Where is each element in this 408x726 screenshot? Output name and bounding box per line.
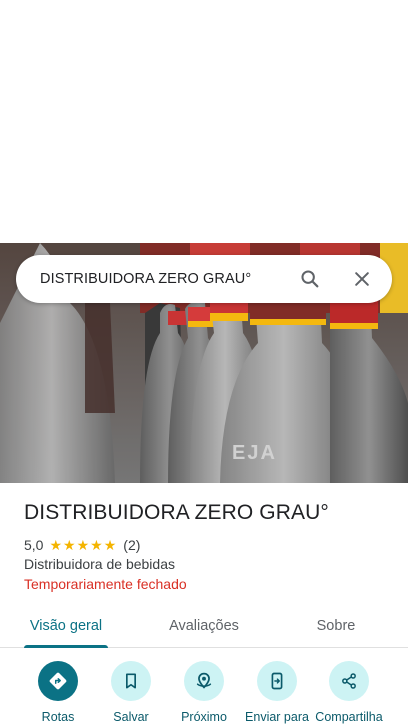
star-icon: ★ (63, 537, 76, 553)
send-to-phone-label: Enviar para (245, 710, 309, 724)
tab-reviews[interactable]: Avaliações (154, 604, 254, 648)
tab-overview[interactable]: Visão geral (24, 604, 108, 648)
send-to-phone-icon (271, 672, 283, 690)
star-icon: ★ (103, 537, 117, 553)
place-title: DISTRIBUIDORA ZERO GRAU° (24, 501, 329, 524)
star-icon: ★ (76, 537, 90, 553)
send-to-phone-circle (257, 661, 297, 701)
close-icon (355, 272, 369, 286)
nearby-icon (196, 672, 212, 689)
share-label: Compartilha (315, 710, 383, 724)
star-rating: ★ ★ ★ ★ ★ (49, 538, 117, 552)
map-area[interactable] (0, 0, 408, 243)
search-bar[interactable]: DISTRIBUIDORA ZERO GRAU° (16, 255, 392, 303)
directions-label: Rotas (41, 710, 75, 724)
action-bar: Rotas Salvar Próximo Enviar para Compart… (0, 648, 408, 726)
tab-about[interactable]: Sobre (300, 604, 372, 648)
nearby-label: Próximo (181, 710, 227, 724)
search-button[interactable] (290, 259, 330, 299)
status-label: Temporariamente fechado (24, 576, 187, 592)
directions-circle (38, 661, 78, 701)
save-circle (111, 661, 151, 701)
directions-icon (49, 672, 67, 690)
place-category: Distribuidora de bebidas (24, 556, 175, 572)
share-icon (342, 673, 356, 689)
rating-row[interactable]: 5,0 ★ ★ ★ ★ ★ (2) (24, 536, 140, 554)
star-icon: ★ (49, 537, 63, 553)
tab-bar: Visão geral Avaliações Sobre (0, 604, 408, 648)
nearby-button[interactable]: Próximo (164, 661, 244, 724)
nearby-circle (184, 661, 224, 701)
share-circle (329, 661, 369, 701)
star-icon: ★ (90, 537, 103, 553)
bookmark-icon (126, 673, 136, 689)
share-button[interactable]: Compartilha (309, 661, 389, 724)
close-button[interactable] (342, 259, 382, 299)
save-label: Salvar (113, 710, 149, 724)
directions-button[interactable]: Rotas (18, 661, 98, 724)
send-to-phone-button[interactable]: Enviar para (237, 661, 317, 724)
reviews-count[interactable]: (2) (123, 537, 140, 553)
search-input[interactable]: DISTRIBUIDORA ZERO GRAU° (16, 271, 290, 287)
rating-value: 5,0 (24, 537, 44, 553)
search-icon (301, 270, 319, 288)
save-button[interactable]: Salvar (91, 661, 171, 724)
